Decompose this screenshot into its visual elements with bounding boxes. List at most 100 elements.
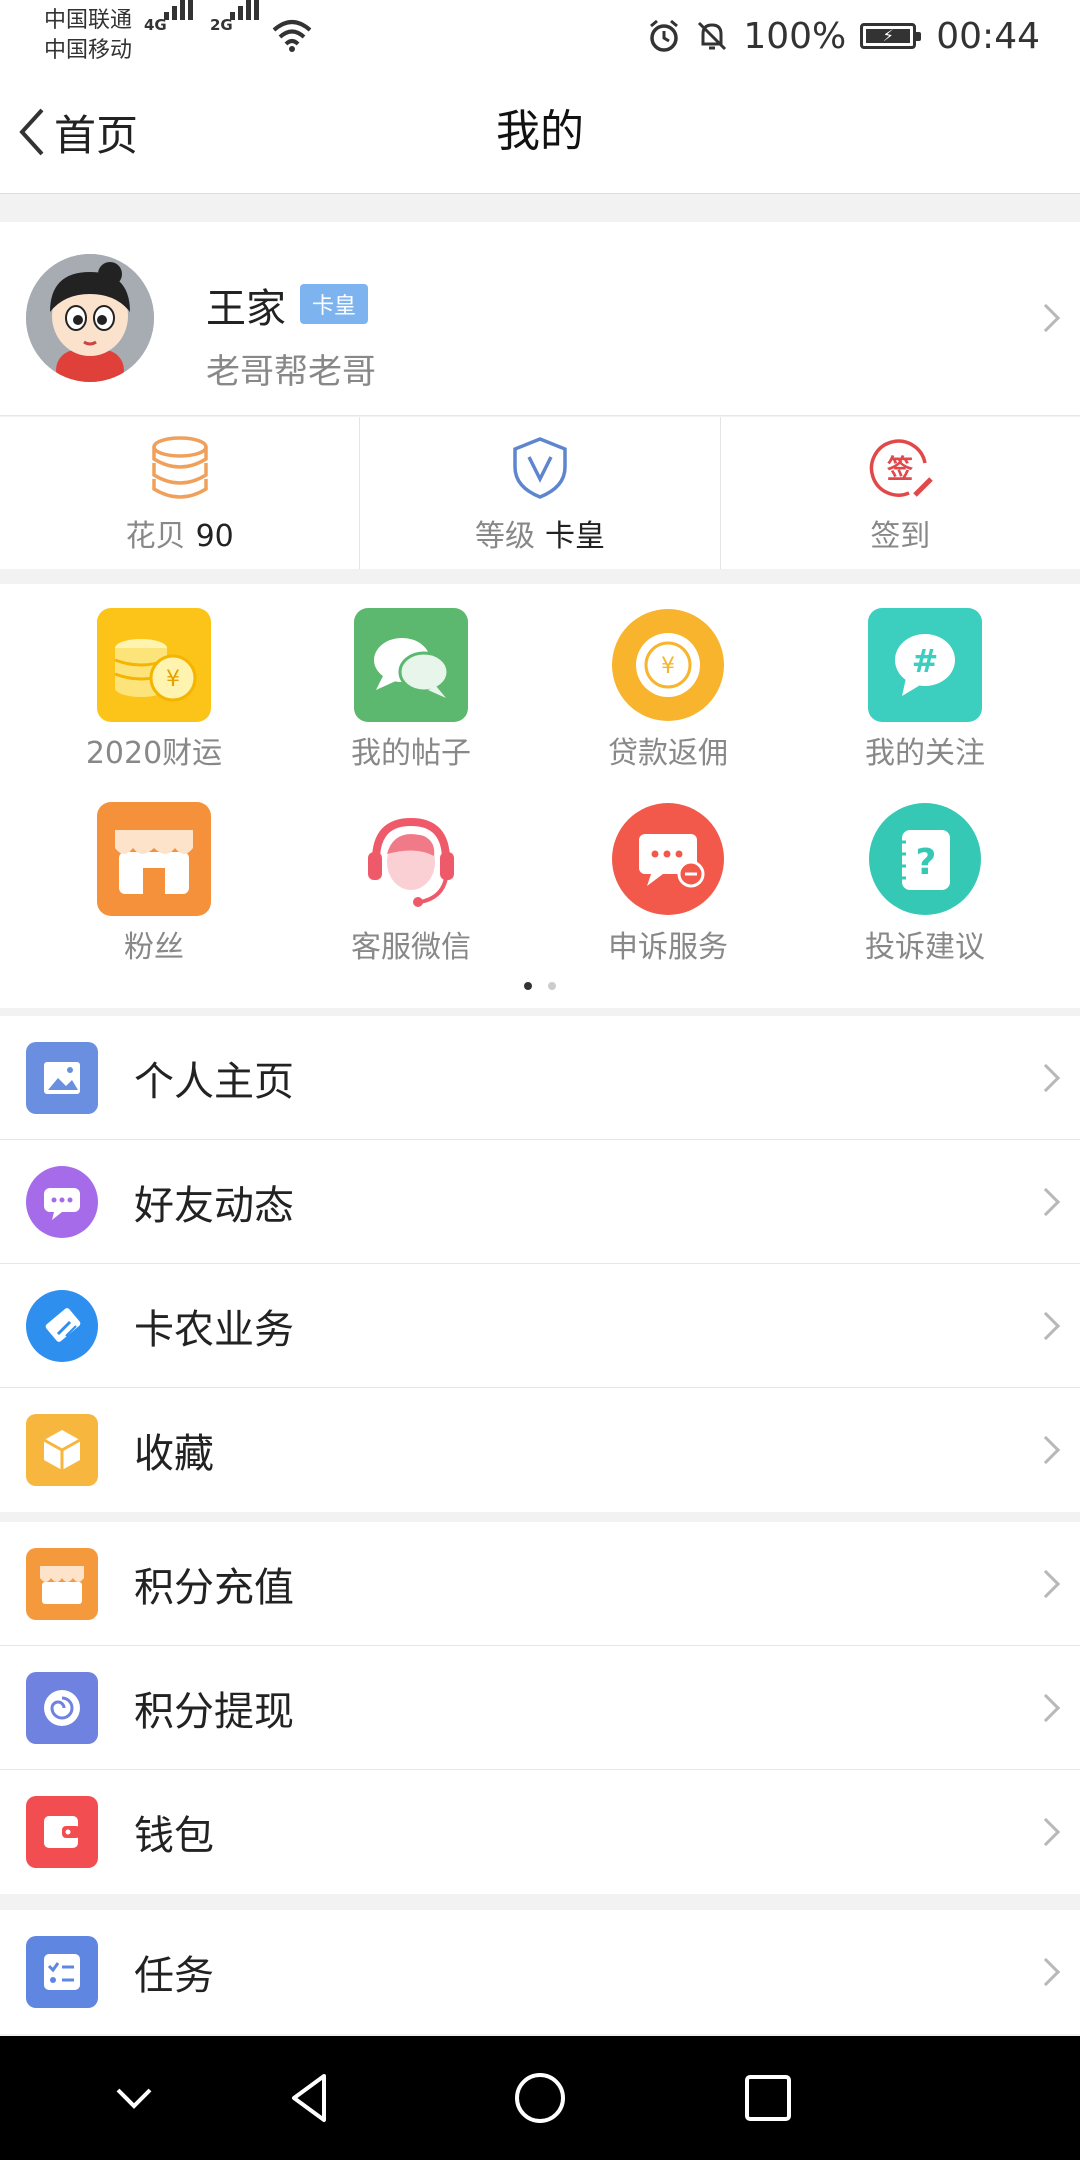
wifi-icon	[272, 20, 312, 52]
chevron-right-icon	[1031, 1957, 1061, 1987]
spiral-icon	[26, 1671, 98, 1744]
menu-item-label: 钱包	[134, 1813, 214, 1859]
picture-icon	[26, 1041, 98, 1114]
user-name: 王家	[206, 286, 286, 332]
menu-item-label: 积分充值	[134, 1564, 294, 1611]
stat-level-value: 卡皇	[544, 519, 605, 554]
checklist-icon	[26, 1936, 98, 2008]
wallet-icon	[26, 1796, 98, 1868]
menu-group-3: 任务	[0, 1910, 1080, 2034]
menu-item-label: 收藏	[134, 1431, 214, 1477]
menu-item-points-recharge[interactable]: 积分充值	[0, 1522, 1080, 1646]
bell-muted-icon	[698, 21, 727, 51]
grid-item-following[interactable]: # 我的关注	[790, 608, 1060, 788]
chevron-right-icon	[1031, 1063, 1061, 1093]
menu-item-tasks[interactable]: 任务	[0, 1910, 1080, 2034]
menu-item-favorites[interactable]: 收藏	[0, 1388, 1080, 1512]
stat-level-label: 等级	[474, 519, 535, 554]
grid-item-my-posts[interactable]: 我的帖子	[276, 608, 546, 788]
stat-huabei-value: 90	[195, 519, 234, 554]
stat-huabei[interactable]: 花贝 90	[0, 417, 359, 569]
menu-item-points-withdraw[interactable]: 积分提现	[0, 1646, 1080, 1770]
clock: 00:44	[936, 15, 1040, 57]
battery-percent: 100%	[743, 15, 847, 57]
page-dot	[548, 982, 556, 990]
svg-text:签: 签	[887, 454, 914, 485]
grid-item-label: 申诉服务	[608, 930, 728, 965]
svg-text:¥: ¥	[661, 654, 675, 679]
chevron-right-icon	[1031, 1311, 1061, 1341]
feature-grid: ¥ 2020财运 我的帖子 ¥ 贷款返佣 # 我的关注 粉丝 客服微信 申诉服务…	[0, 584, 1080, 1008]
grid-item-label: 我的帖子	[351, 736, 471, 771]
shop-icon	[97, 802, 211, 916]
chevron-right-icon	[1031, 1693, 1061, 1723]
headset-agent-icon	[354, 802, 468, 916]
chevron-down-icon[interactable]	[104, 2068, 164, 2128]
grid-item-service-wechat[interactable]: 客服微信	[276, 802, 546, 982]
chat-bubbles-icon	[354, 608, 468, 722]
grid-item-label: 2020财运	[85, 736, 223, 771]
menu-item-homepage[interactable]: 个人主页	[0, 1016, 1080, 1140]
user-signature: 老哥帮老哥	[206, 352, 376, 392]
grid-item-label: 我的关注	[865, 736, 985, 771]
store-icon	[26, 1547, 98, 1620]
grid-item-label: 贷款返佣	[608, 736, 728, 771]
cartoon-girl-avatar-icon	[26, 254, 154, 382]
chevron-right-icon	[1031, 1817, 1061, 1847]
coins-yen-icon: ¥	[97, 608, 211, 722]
chevron-right-icon	[1031, 1187, 1061, 1217]
chevron-right-icon	[1031, 1569, 1061, 1599]
chevron-right-icon	[1031, 303, 1061, 333]
grid-item-fans[interactable]: 粉丝	[19, 802, 289, 982]
carrier-labels: 中国联通 中国移动	[44, 6, 132, 66]
status-bar: 中国联通 中国移动 4G 2G 100% ⚡ 00:44	[0, 0, 1080, 72]
avatar[interactable]	[26, 254, 154, 382]
box-icon	[26, 1414, 98, 1486]
stat-level[interactable]: 等级 卡皇	[359, 417, 719, 569]
chat-dots-icon	[26, 1165, 98, 1238]
menu-item-label: 好友动态	[134, 1182, 294, 1229]
svg-text:¥: ¥	[166, 667, 180, 692]
svg-text:#: #	[912, 642, 939, 680]
battery-icon: ⚡	[860, 23, 922, 49]
menu-item-wallet[interactable]: 钱包	[0, 1770, 1080, 1894]
chevron-right-icon	[1031, 1435, 1061, 1465]
stat-huabei-label: 花贝	[125, 519, 186, 554]
menu-group-2: 积分充值 积分提现 钱包	[0, 1522, 1080, 1894]
page-dot-active	[524, 982, 532, 990]
hashtag-icon: #	[868, 608, 982, 722]
system-navigation-bar	[0, 2036, 1080, 2160]
shield-v-icon	[513, 437, 567, 499]
grid-item-appeal[interactable]: 申诉服务	[533, 802, 803, 982]
grid-item-label: 粉丝	[124, 930, 184, 965]
stat-checkin[interactable]: 签 签到	[719, 417, 1080, 569]
menu-item-label: 个人主页	[134, 1058, 294, 1105]
menu-item-label: 积分提现	[134, 1688, 294, 1735]
level-badge: 卡皇	[300, 284, 369, 324]
checkin-icon: 签	[870, 439, 934, 497]
back-triangle-icon[interactable]	[280, 2068, 340, 2128]
grid-item-feedback[interactable]: ? 投诉建议	[790, 802, 1060, 982]
svg-text:?: ?	[916, 842, 937, 883]
carrier-1: 中国联通	[44, 8, 133, 33]
alarm-icon	[650, 19, 679, 52]
page-title: 我的	[496, 106, 584, 157]
grid-item-label: 投诉建议	[865, 930, 985, 965]
stat-checkin-label: 签到	[870, 519, 931, 554]
coin-stack-icon	[151, 436, 208, 499]
nav-bar: 首页 我的	[0, 72, 1080, 194]
menu-item-card-business[interactable]: 卡农业务	[0, 1264, 1080, 1388]
home-circle-icon[interactable]	[510, 2068, 570, 2128]
yen-coin-icon: ¥	[611, 608, 725, 722]
grid-item-fortune[interactable]: ¥ 2020财运	[19, 608, 289, 788]
menu-item-label: 卡农业务	[134, 1306, 294, 1353]
grid-item-loan-rebate[interactable]: ¥ 贷款返佣	[533, 608, 803, 788]
menu-item-label: 任务	[134, 1953, 214, 1999]
page-indicator	[0, 982, 1080, 990]
menu-item-friend-feed[interactable]: 好友动态	[0, 1140, 1080, 1264]
stats-row: 花贝 90 等级 卡皇 签 签到	[0, 417, 1080, 569]
grid-item-label: 客服微信	[351, 930, 471, 965]
question-note-icon: ?	[868, 802, 982, 916]
profile-card[interactable]: 王家 卡皇 老哥帮老哥	[0, 222, 1080, 416]
recents-square-icon[interactable]	[738, 2068, 798, 2128]
